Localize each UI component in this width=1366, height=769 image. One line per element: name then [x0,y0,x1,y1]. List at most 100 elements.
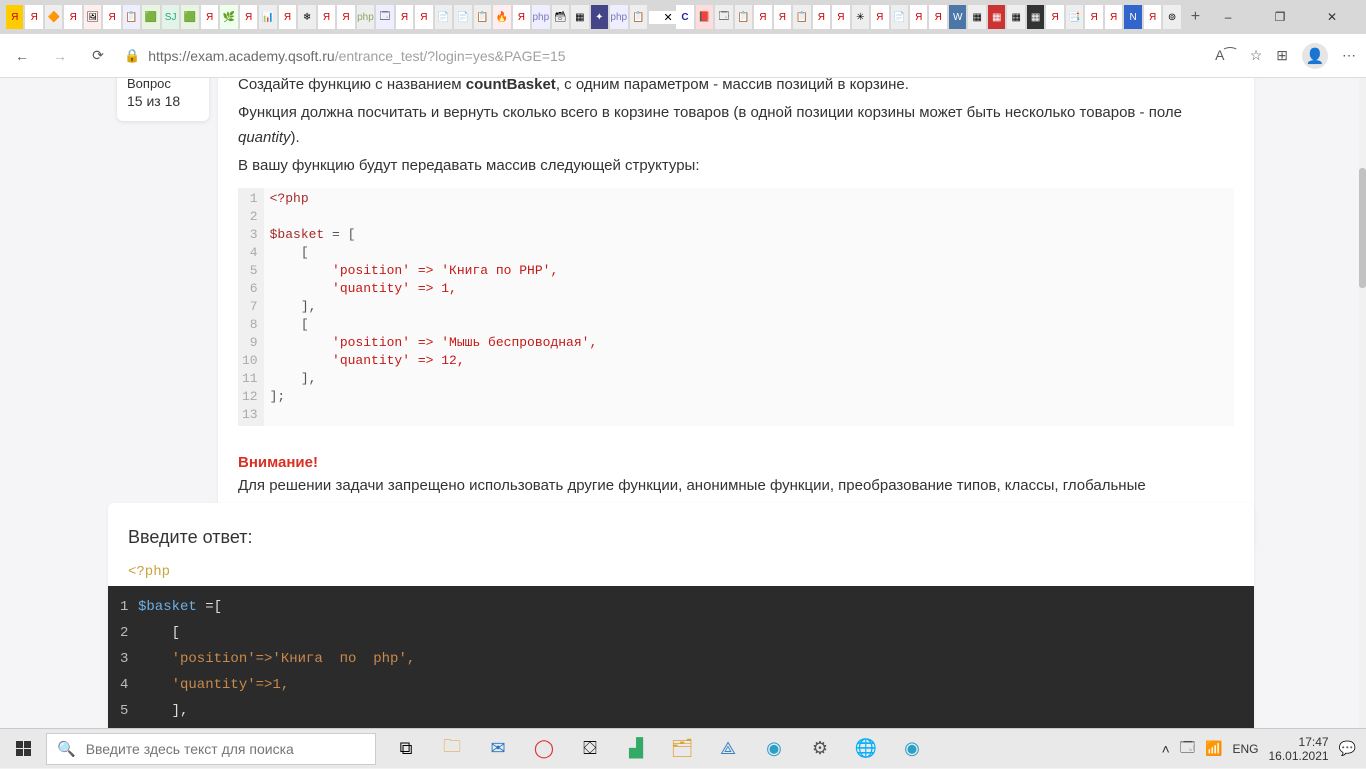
taskbar-dropbox-icon[interactable]: ⛋ [570,729,610,769]
tray-chevron-icon[interactable]: ˄ [1162,741,1170,757]
tab-item[interactable]: Я [910,5,927,29]
tray-clock[interactable]: 17:47 16.01.2021 [1269,735,1329,763]
tab-item[interactable]: Я [415,5,432,29]
close-tab-icon[interactable]: ✕ [663,11,672,24]
tab-item[interactable]: ▦ [968,5,985,29]
tab-item[interactable]: 🔥 [493,5,510,29]
tab-item[interactable]: ▦ [571,5,588,29]
tab-item[interactable]: Я [64,5,81,29]
window-maximize[interactable]: ❐ [1260,3,1300,31]
tab-item[interactable]: Я [813,5,830,29]
tab-item[interactable]: 📋 [630,5,647,29]
tab-item[interactable]: ▦ [1027,5,1044,29]
taskbar-edge-icon[interactable]: ◉ [754,729,794,769]
tab-item[interactable]: ✦ [591,5,608,29]
tab-item[interactable]: 📋 [735,5,752,29]
vertical-scrollbar[interactable] [1359,78,1366,728]
tab-item[interactable]: 🟩 [142,5,159,29]
tab-item[interactable]: 🗔 [715,5,732,29]
scrollbar-thumb[interactable] [1359,168,1366,288]
tab-item[interactable]: Я [1046,5,1063,29]
tray-battery-icon[interactable]: 🗔 [1180,737,1195,761]
profile-avatar[interactable]: 👤 [1302,43,1328,69]
tab-item[interactable]: 📕 [696,5,713,29]
window-close[interactable]: ✕ [1312,3,1352,31]
tab-item[interactable]: 🟩 [181,5,198,29]
new-tab-button[interactable]: + [1183,8,1208,26]
read-aloud-icon[interactable]: A⁀ [1215,47,1236,64]
tab-item[interactable]: Я [832,5,849,29]
back-button[interactable]: ← [10,44,34,68]
tab-item[interactable]: SJ [162,5,179,29]
tab-item[interactable]: Я [201,5,218,29]
taskbar-search-input[interactable] [86,741,365,757]
url-bar[interactable]: 🔒 https://exam.academy.qsoft.ru/entrance… [124,48,1201,64]
taskbar-folder-icon[interactable]: 🗂 [662,729,702,769]
tab-item[interactable]: Я [6,5,23,29]
window-minimize[interactable]: – [1208,3,1248,31]
forward-button[interactable]: → [48,44,72,68]
tab-item[interactable]: Я [318,5,335,29]
taskbar-search[interactable]: 🔍 [46,733,376,765]
tab-item[interactable]: ▦ [988,5,1005,29]
start-button[interactable] [0,729,46,769]
tab-item[interactable]: 🗃 [552,5,569,29]
tab-item[interactable]: php [532,5,549,29]
taskbar-edge2-icon[interactable]: ◉ [892,729,932,769]
tab-item[interactable]: 📊 [259,5,276,29]
taskbar-vscode-icon[interactable]: ⟁ [708,729,748,769]
taskbar-settings-icon[interactable]: ⚙ [800,729,840,769]
tab-item[interactable]: Я [279,5,296,29]
collections-icon[interactable]: ⊞ [1276,47,1288,64]
tab-item[interactable]: Я [513,5,530,29]
tab-item[interactable]: 🌿 [220,5,237,29]
tab-item[interactable]: Я [871,5,888,29]
task-view-icon[interactable]: ⧉ [386,729,426,769]
tab-item[interactable]: C [676,5,693,29]
tray-wifi-icon[interactable]: 📶 [1205,740,1222,757]
taskbar-globe-icon[interactable]: 🌐 [846,729,886,769]
tab-item[interactable]: Я [1144,5,1161,29]
tab-item[interactable]: Я [103,5,120,29]
tab-item[interactable]: 📑 [1066,5,1083,29]
tab-item[interactable]: W [949,5,966,29]
tab-item[interactable]: Я [929,5,946,29]
tab-active[interactable]: ✕ [649,11,676,24]
taskbar-explorer-icon[interactable]: 🗀 [432,729,472,769]
tab-item[interactable]: 🔶 [45,5,62,29]
favorite-icon[interactable]: ☆ [1250,47,1263,64]
refresh-button[interactable]: ⟳ [86,44,110,68]
lock-icon: 🔒 [124,48,140,64]
taskbar-app-icon[interactable]: ▟ [616,729,656,769]
tab-item[interactable]: ▦ [1007,5,1024,29]
tab-item[interactable]: 📋 [123,5,140,29]
tab-item[interactable]: Я [25,5,42,29]
more-icon[interactable]: ⋯ [1342,47,1356,64]
tab-item[interactable]: ❄ [298,5,315,29]
taskbar-mail-icon[interactable]: ✉ [478,729,518,769]
tab-item[interactable]: N [1124,5,1141,29]
tab-item[interactable]: Я [337,5,354,29]
tab-item[interactable]: Я [1085,5,1102,29]
tab-item[interactable]: 📄 [454,5,471,29]
tab-item[interactable]: Я [240,5,257,29]
tab-item[interactable]: Я [774,5,791,29]
tab-item[interactable]: Я [396,5,413,29]
task-line-2: Функция должна посчитать и вернуть сколь… [238,100,1234,151]
tab-item[interactable]: 🗔 [376,5,393,29]
tab-item[interactable]: php [357,5,374,29]
taskbar-yandex-icon[interactable]: ◯ [524,729,564,769]
code-editor[interactable]: 1$basket =[ 2 [ 3 'position'=>'Книга по … [108,586,1254,728]
tab-item[interactable]: 📋 [793,5,810,29]
tab-item[interactable]: php [610,5,627,29]
tab-item[interactable]: Я [1105,5,1122,29]
tray-notifications-icon[interactable]: 💬 [1339,740,1356,757]
tab-item[interactable]: Я [754,5,771,29]
tab-item[interactable]: 🖼 [84,5,101,29]
tab-item[interactable]: ✳ [852,5,869,29]
tab-item[interactable]: 📄 [435,5,452,29]
tab-item[interactable]: ⊚ [1163,5,1180,29]
tab-item[interactable]: 📄 [891,5,908,29]
tray-language[interactable]: ENG [1232,742,1258,756]
tab-item[interactable]: 📋 [474,5,491,29]
